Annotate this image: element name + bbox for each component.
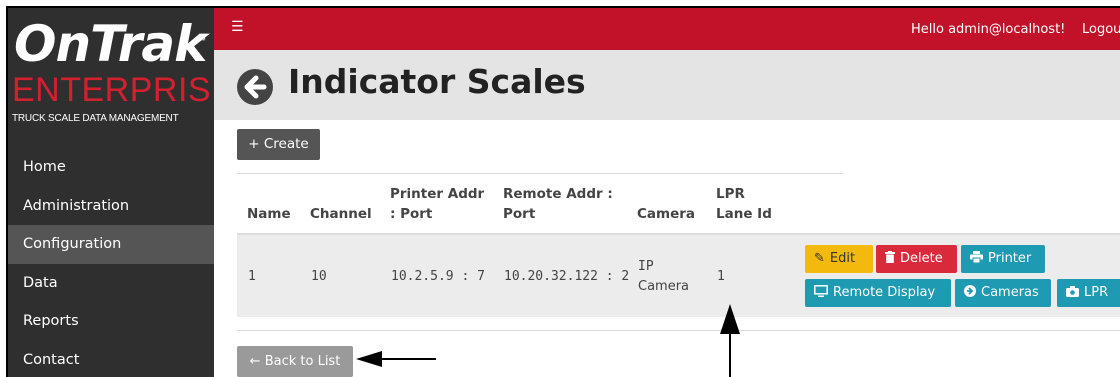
arrow-pointing-up (720, 304, 740, 377)
arrow-pointing-left (356, 351, 436, 367)
annotation-arrows (356, 304, 740, 377)
app-window: OnTrak ™ ENTERPRISE TRUCK SCALE DATA MAN… (6, 6, 1120, 377)
